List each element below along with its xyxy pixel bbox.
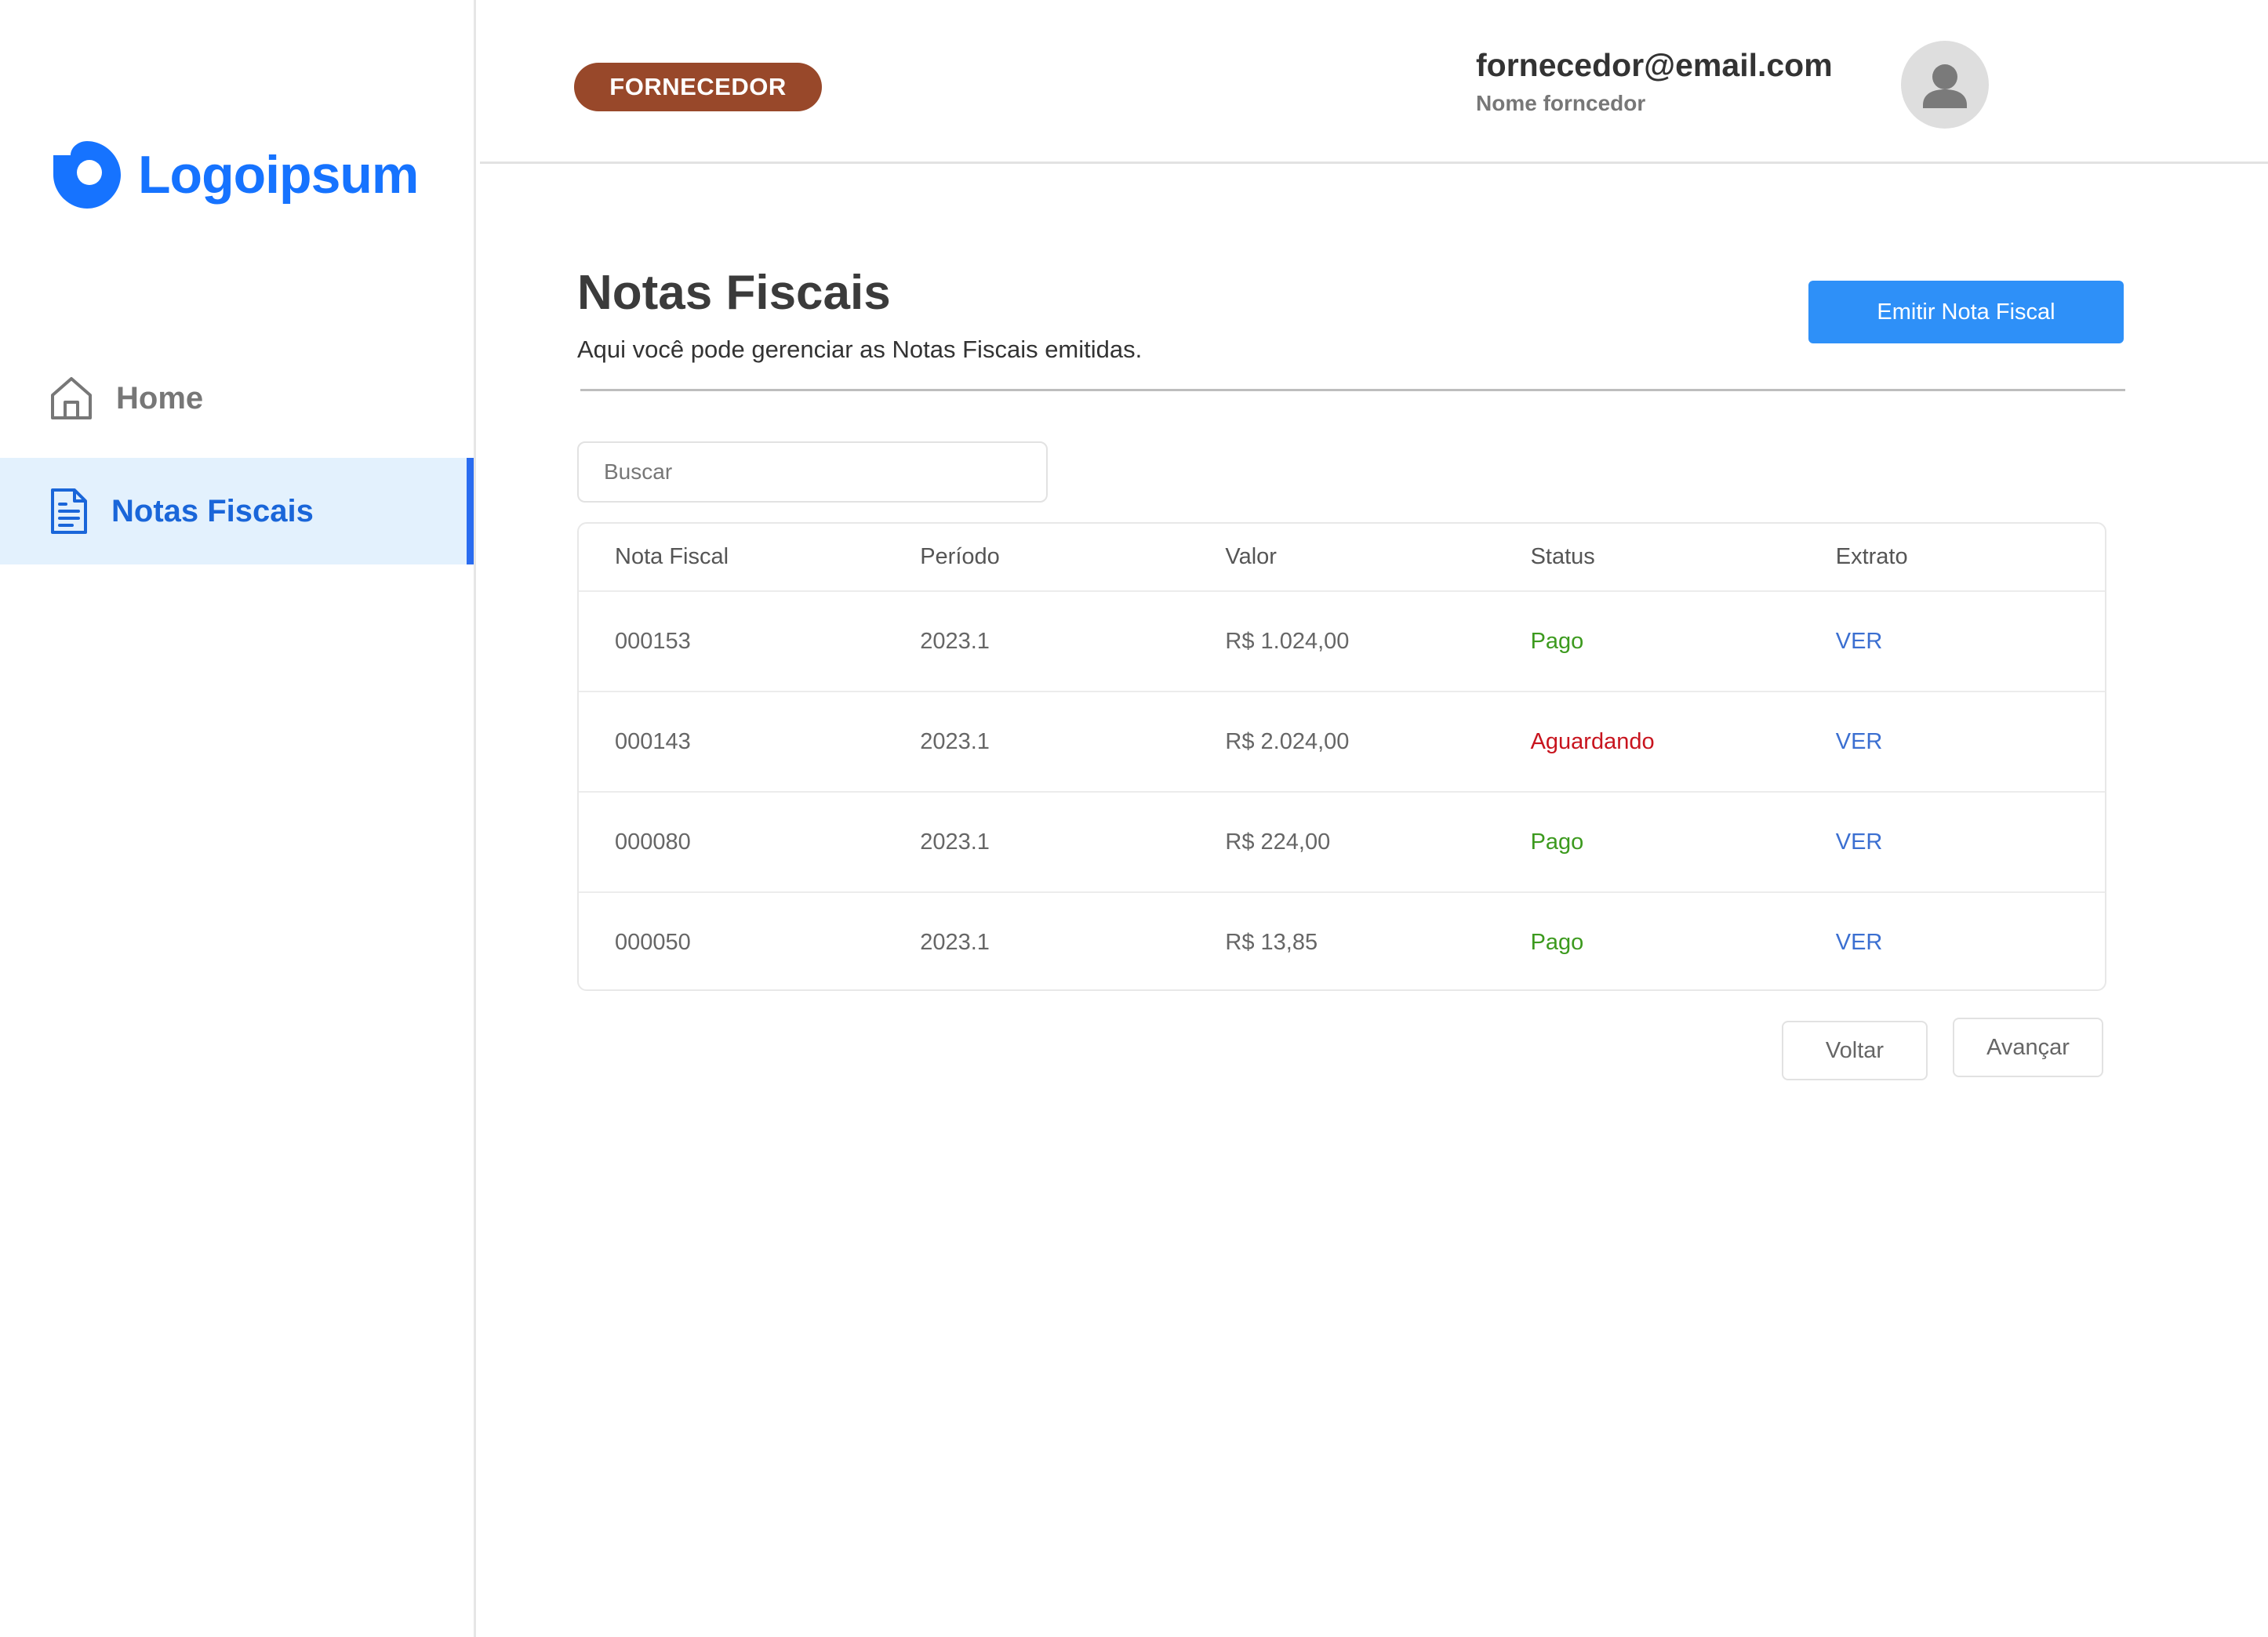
user-email: fornecedor@email.com [1476, 47, 1833, 83]
home-icon [51, 377, 92, 419]
search-input[interactable] [577, 441, 1048, 503]
sidebar-item-label: Notas Fiscais [111, 493, 314, 528]
ver-extrato-link[interactable]: VER [1799, 691, 2105, 793]
notas-table: Nota Fiscal Período Valor Status Extrato… [577, 522, 2106, 991]
logo-icon [53, 141, 121, 209]
status-badge: Pago [1494, 591, 1800, 692]
column-header-periodo[interactable]: Período [884, 524, 1190, 592]
sidebar: Logoipsum Home Notas Fiscais [0, 0, 476, 1637]
page-title: Notas Fiscais [577, 266, 891, 320]
status-badge: Pago [1494, 792, 1800, 893]
app: Logoipsum Home Notas Fiscais FORNECEDOR … [0, 0, 2268, 1637]
voltar-button[interactable]: Voltar [1782, 1021, 1928, 1080]
sidebar-item-label: Home [116, 380, 204, 416]
document-icon [51, 488, 87, 534]
ver-extrato-link[interactable]: VER [1799, 792, 2105, 893]
cell-valor: R$ 13,85 [1225, 929, 1318, 955]
role-badge: FORNECEDOR [574, 63, 822, 111]
table-row: 000080 2023.1 R$ 224,00 Pago VER [579, 792, 2105, 893]
table-row: 000050 2023.1 R$ 13,85 Pago VER [579, 892, 2105, 989]
avancar-button[interactable]: Avançar [1953, 1018, 2103, 1077]
cell-periodo: 2023.1 [920, 929, 990, 955]
column-header-status[interactable]: Status [1494, 524, 1800, 592]
cell-valor: R$ 224,00 [1189, 792, 1495, 893]
logo[interactable]: Logoipsum [50, 138, 419, 212]
user-icon [1923, 64, 1967, 108]
status-badge: Pago [1530, 929, 1584, 955]
avatar[interactable] [1901, 41, 1989, 129]
column-header-valor[interactable]: Valor [1189, 524, 1495, 592]
table-row: 000143 2023.1 R$ 2.024,00 Aguardando VER [579, 691, 2105, 793]
sidebar-item-notas-fiscais[interactable]: Notas Fiscais [0, 458, 474, 564]
cell-nota: 000153 [579, 591, 885, 692]
cell-periodo: 2023.1 [884, 792, 1190, 893]
divider [580, 389, 2125, 391]
ver-extrato-link[interactable]: VER [1799, 591, 2105, 692]
user-name: Nome forncedor [1476, 91, 1646, 115]
cell-nota: 000080 [579, 792, 885, 893]
table-header-row: Nota Fiscal Período Valor Status Extrato [579, 524, 2105, 592]
emit-nota-fiscal-button[interactable]: Emitir Nota Fiscal [1808, 281, 2124, 343]
cell-periodo: 2023.1 [884, 691, 1190, 793]
cell-valor: R$ 1.024,00 [1189, 591, 1495, 692]
cell-nota: 000050 [615, 929, 691, 955]
ver-extrato-link[interactable]: VER [1800, 892, 2105, 989]
column-header-nota-fiscal[interactable]: Nota Fiscal [579, 524, 885, 592]
table-row: 000153 2023.1 R$ 1.024,00 Pago VER [579, 591, 2105, 692]
status-badge: Aguardando [1494, 691, 1800, 793]
top-bar: FORNECEDOR fornecedor@email.com Nome for… [480, 0, 2268, 164]
page-subtitle: Aqui você pode gerenciar as Notas Fiscai… [577, 336, 1143, 363]
sidebar-item-home[interactable]: Home [0, 345, 474, 452]
column-header-extrato[interactable]: Extrato [1799, 524, 2105, 592]
cell-periodo: 2023.1 [884, 591, 1190, 692]
cell-valor: R$ 2.024,00 [1189, 691, 1495, 793]
logo-text: Logoipsum [138, 145, 419, 205]
cell-nota: 000143 [579, 691, 885, 793]
